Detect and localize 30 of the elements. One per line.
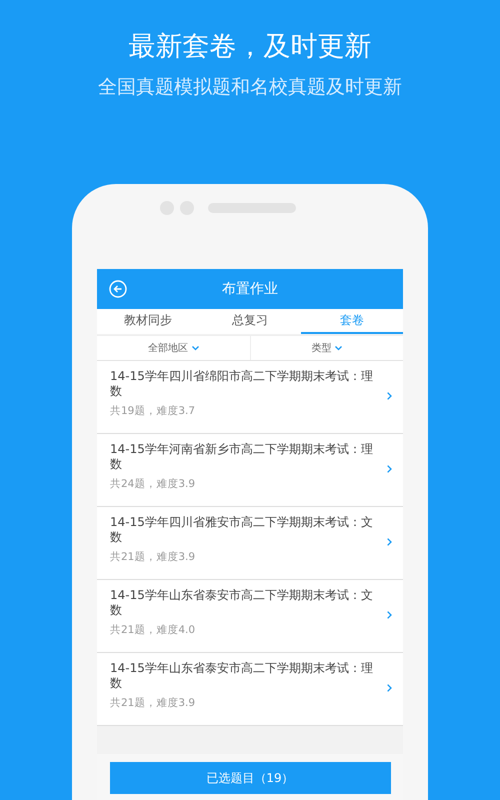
paper-row[interactable]: 14-15学年四川省绵阳市高二下学期期末考试：理数 共19题，难度3.7 xyxy=(97,361,403,434)
paper-title: 14-15学年山东省泰安市高二下学期期末考试：理数 xyxy=(110,661,373,691)
paper-title: 14-15学年河南省新乡市高二下学期期末考试：理数 xyxy=(110,442,373,472)
paper-row[interactable]: 14-15学年山东省泰安市高二下学期期末考试：理数 共21题，难度3.9 xyxy=(97,653,403,726)
paper-title: 14-15学年四川省绵阳市高二下学期期末考试：理数 xyxy=(110,369,373,399)
paper-row[interactable]: 14-15学年河南省新乡市高二下学期期末考试：理数 共24题，难度3.9 xyxy=(97,434,403,507)
paper-row[interactable]: 14-15学年山东省泰安市高二下学期期末考试：文数 共21题，难度4.0 xyxy=(97,580,403,653)
filter-dropdown[interactable]: 全部地区 xyxy=(148,341,188,355)
headline: 最新套卷，及时更新 xyxy=(128,30,372,64)
chevron-down-icon xyxy=(335,346,342,350)
screen-title: 布置作业 xyxy=(222,280,278,298)
chevron-right-icon xyxy=(387,465,392,473)
paper-meta: 共21题，难度4.0 xyxy=(110,623,196,637)
paper-meta: 共24题，难度3.9 xyxy=(110,477,196,491)
tab[interactable]: 总复习 xyxy=(199,309,301,334)
tab[interactable]: 教材同步 xyxy=(97,309,199,334)
paper-meta: 共21题，难度3.9 xyxy=(110,550,196,564)
chevron-right-icon xyxy=(387,392,392,400)
chevron-right-icon xyxy=(387,684,392,692)
paper-meta: 共19题，难度3.7 xyxy=(110,404,196,418)
back-icon[interactable] xyxy=(109,280,127,298)
chevron-right-icon xyxy=(387,611,392,619)
chevron-down-icon xyxy=(192,346,199,350)
paper-row[interactable]: 14-15学年四川省雅安市高二下学期期末考试：文数 共21题，难度3.9 xyxy=(97,507,403,580)
chevron-right-icon xyxy=(387,538,392,546)
paper-title: 14-15学年山东省泰安市高二下学期期末考试：文数 xyxy=(110,588,373,618)
filter-dropdown[interactable]: 类型 xyxy=(311,341,332,355)
subheadline: 全国真题模拟题和名校真题及时更新 xyxy=(98,75,402,100)
paper-meta: 共21题，难度3.9 xyxy=(110,696,196,710)
paper-title: 14-15学年四川省雅安市高二下学期期末考试：文数 xyxy=(110,515,373,545)
